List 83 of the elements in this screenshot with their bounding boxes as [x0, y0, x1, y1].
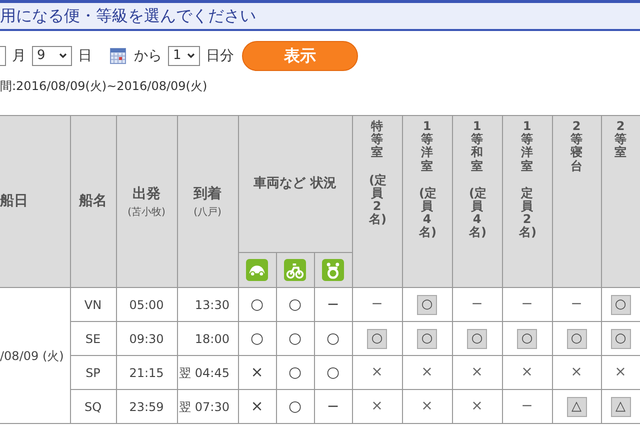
availability-button[interactable]: △ [566, 396, 586, 416]
class-header: 1等洋室 [520, 120, 534, 173]
header-label: 到着 [194, 184, 222, 204]
status-mark: − [570, 296, 582, 312]
availability-button[interactable]: ○ [467, 328, 487, 348]
time-cell: 18:00 [194, 332, 230, 346]
ship-cell: SQ [84, 400, 102, 414]
status-mark: − [471, 296, 483, 312]
status-mark: ○ [326, 363, 340, 382]
time-cell: 09:30 [129, 332, 164, 346]
car-icon [246, 259, 268, 281]
period-text: 間:2016/08/09(火)~2016/08/09(火) [0, 78, 208, 95]
capacity-label: (定員4名) [419, 186, 435, 240]
status-mark: − [326, 397, 340, 416]
time-cell: 05:00 [129, 298, 164, 312]
status-mark: ○ [250, 295, 264, 314]
status-mark: × [614, 364, 626, 380]
time-cell: 04:45 [194, 366, 230, 380]
time-cell: 21:15 [129, 366, 164, 380]
next-day-mark: 翌 [178, 366, 191, 380]
header-label: 船日 [0, 193, 28, 209]
availability-button[interactable]: ○ [417, 294, 437, 314]
day-label: 日 [78, 46, 92, 66]
header-label: 船名 [79, 193, 107, 209]
days-label: 日分 [206, 46, 234, 66]
class-header: 1等洋室 [420, 120, 434, 173]
header-label: 車両など 状況 [254, 176, 336, 192]
availability-button[interactable]: ○ [610, 294, 630, 314]
chevron-icon [59, 53, 67, 59]
ship-cell: VN [84, 298, 102, 312]
status-mark: ○ [288, 329, 302, 348]
status-mark: × [521, 364, 533, 380]
status-mark: − [521, 296, 533, 312]
capacity-label: (定員2名) [369, 174, 385, 226]
status-mark: ○ [326, 329, 340, 348]
availability-button[interactable]: ○ [566, 328, 586, 348]
pet-icon [322, 259, 344, 281]
class-header: 1等和室 [470, 120, 484, 173]
month-select[interactable] [0, 46, 6, 66]
status-mark: × [471, 398, 483, 414]
status-mark: × [570, 364, 582, 380]
section-title: 用になる便・等級を選んでください [0, 5, 256, 27]
day-select[interactable]: 9 [32, 46, 72, 66]
time-cell: 07:30 [194, 400, 230, 414]
status-mark: ○ [250, 329, 264, 348]
status-mark: ○ [288, 397, 302, 416]
status-mark: × [421, 364, 433, 380]
from-label: から [134, 46, 162, 66]
port-label: (八戸) [194, 206, 222, 220]
ship-cell: SE [85, 332, 101, 346]
next-day-mark: 翌 [178, 400, 191, 414]
chevron-icon [187, 53, 195, 59]
month-label: 月 [12, 46, 26, 66]
availability-button[interactable]: △ [610, 396, 630, 416]
class-header: 2等寝台 [569, 120, 584, 173]
status-mark: × [471, 364, 483, 380]
status-mark: × [250, 397, 264, 416]
time-cell: 13:30 [194, 298, 230, 312]
status-mark: − [371, 296, 383, 312]
capacity-label: 定員2名) [519, 186, 535, 240]
motorcycle-icon [284, 259, 306, 281]
availability-button[interactable]: ○ [367, 328, 387, 348]
header-label: 出発 [132, 184, 160, 204]
status-mark: ○ [288, 363, 302, 382]
class-header: 特等室 [370, 120, 384, 160]
status-mark: − [326, 295, 340, 314]
class-header: 2等室 [614, 120, 628, 160]
port-label: (苫小牧) [128, 206, 166, 220]
days-select[interactable]: 1 [168, 46, 200, 66]
status-mark: ○ [288, 295, 302, 314]
status-mark: × [371, 398, 383, 414]
time-cell: 23:59 [129, 400, 164, 414]
status-mark: × [250, 363, 264, 382]
availability-button[interactable]: ○ [517, 328, 537, 348]
ship-cell: SP [86, 366, 100, 380]
status-mark: × [421, 398, 433, 414]
status-mark: × [371, 364, 383, 380]
capacity-label: (定員4名) [469, 186, 485, 240]
availability-button[interactable]: ○ [417, 328, 437, 348]
calendar-icon[interactable] [110, 48, 126, 64]
date-cell: /08/09 (火) [0, 348, 64, 362]
status-mark: − [521, 398, 533, 414]
availability-button[interactable]: ○ [610, 328, 630, 348]
